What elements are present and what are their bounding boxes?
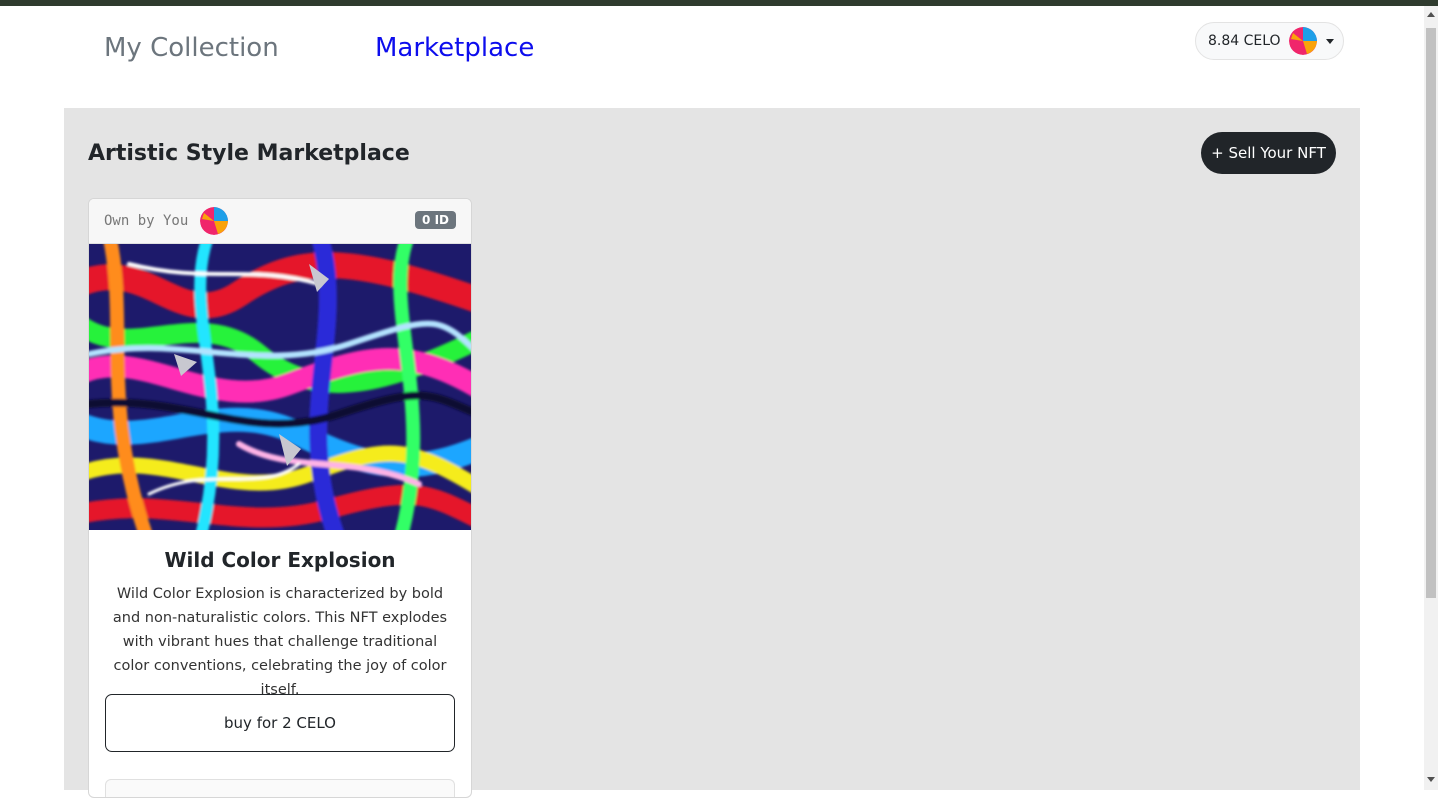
wallet-balance: 8.84 CELO <box>1208 33 1281 49</box>
wallet-dropdown[interactable]: 8.84 CELO <box>1195 22 1344 60</box>
scroll-up-arrow-icon[interactable] <box>1427 12 1435 17</box>
nft-card: Own by You 0 ID Wild Color Explosion Wil… <box>88 198 472 798</box>
owner-avatar-icon <box>200 207 228 235</box>
top-navigation: My Collection Marketplace 8.84 CELO <box>0 6 1424 106</box>
nft-image <box>89 244 471 530</box>
marketplace-panel: Artistic Style Marketplace + Sell Your N… <box>64 108 1360 798</box>
nav-marketplace[interactable]: Marketplace <box>375 33 534 63</box>
nft-description: Wild Color Explosion is characterized by… <box>112 586 448 698</box>
sell-nft-button[interactable]: + Sell Your NFT <box>1201 132 1336 174</box>
scrollbar-thumb[interactable] <box>1426 28 1436 598</box>
nft-title: Wild Color Explosion <box>164 548 396 572</box>
buy-button[interactable]: buy for 2 CELO <box>105 694 455 752</box>
card-footer-section <box>105 779 455 797</box>
chevron-down-icon <box>1325 38 1334 44</box>
identicon-avatar-icon <box>1288 27 1317 55</box>
scroll-down-arrow-icon[interactable] <box>1427 777 1435 782</box>
card-header: Own by You 0 ID <box>89 199 471 244</box>
owner-label: Own by You <box>104 213 189 229</box>
token-id-badge: 0 ID <box>415 211 456 229</box>
page-title: Artistic Style Marketplace <box>88 141 410 166</box>
nav-my-collection[interactable]: My Collection <box>104 33 279 63</box>
page-scrollbar[interactable] <box>1424 6 1438 790</box>
